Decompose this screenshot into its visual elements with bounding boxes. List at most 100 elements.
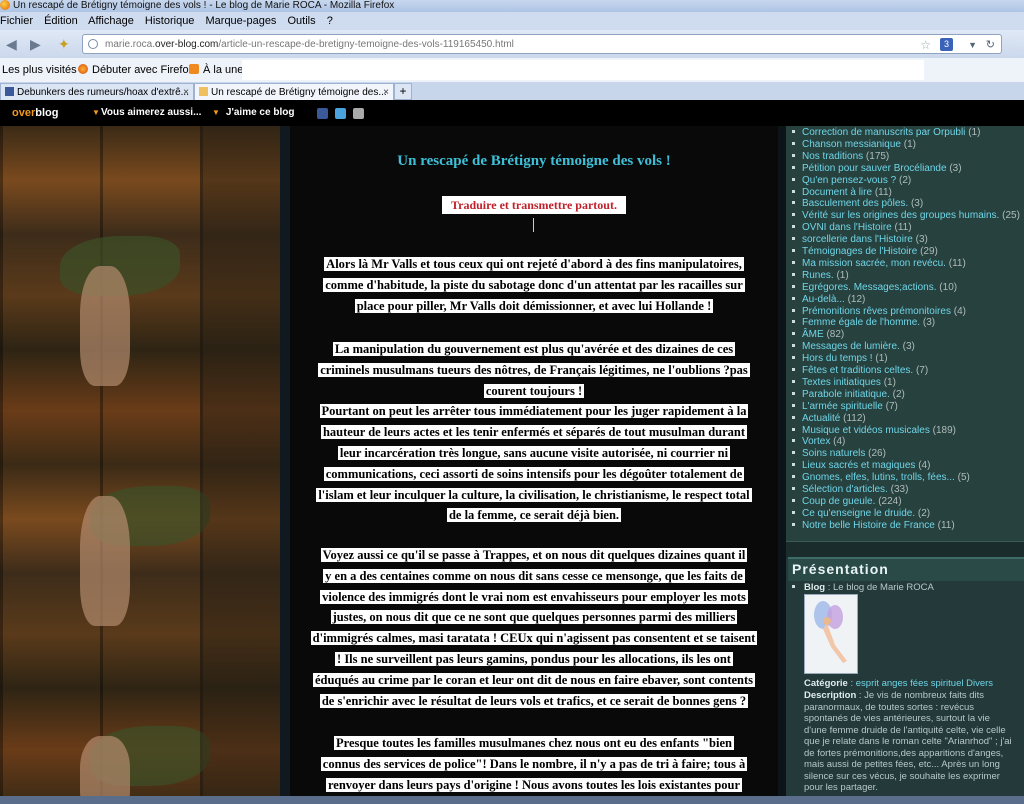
category-item[interactable]: ÂME (82) [792,329,844,341]
category-item[interactable]: Au-delà... (12) [792,294,865,306]
category-link[interactable]: sorcellerie dans l'Histoire [802,234,913,245]
back-icon[interactable]: ◀ [6,36,17,53]
facebook-share-icon[interactable] [317,108,328,119]
category-item[interactable]: Pétition pour sauver Brocéliande (3) [792,163,962,175]
category-link[interactable]: Textes initiatiques [802,377,881,388]
category-item[interactable]: Nos traditions (175) [792,151,889,163]
url-bar[interactable]: marie.roca.over-blog.com/article-un-resc… [82,34,1002,54]
category-link[interactable]: Document à lire [802,187,872,198]
category-item[interactable]: Témoignages de l'Histoire (29) [792,246,938,258]
category-item[interactable]: Ce qu'enseigne le druide. (2) [792,508,930,520]
category-item[interactable]: Notre belle Histoire de France (11) [792,520,955,532]
bookmark-star-icon[interactable]: ☆ [920,35,931,55]
category-link[interactable]: Correction de manuscrits par Orpubli [802,127,965,138]
category-link[interactable]: Lieux sacrés et magiques [802,460,915,471]
category-link[interactable]: Chanson messianique [802,139,901,150]
category-item[interactable]: Egrégores. Messages;actions. (10) [792,282,957,294]
category-link[interactable]: Soins naturels [802,448,865,459]
category-link[interactable]: Sélection d'articles. [802,484,888,495]
category-item[interactable]: Fêtes et traditions celtes. (7) [792,365,928,377]
category-item[interactable]: Basculement des pôles. (3) [792,198,923,210]
category-item[interactable]: Ma mission sacrée, mon revécu. (11) [792,258,966,270]
url-dropdown-icon[interactable]: ▼ [968,35,977,55]
category-link[interactable]: Musique et vidéos musicales [802,425,930,436]
category-item[interactable]: OVNI dans l'Histoire (11) [792,222,912,234]
category-link[interactable]: L'armée spirituelle [802,401,883,412]
home-icon[interactable]: ✦ [58,36,70,53]
category-item[interactable]: Prémonitions rêves prémonitoires (4) [792,306,966,318]
menu-fichier[interactable]: Fichier [0,15,33,27]
category-link[interactable]: Pétition pour sauver Brocéliande [802,163,947,174]
bookmark-getting-started[interactable]: Débuter avec Firefox [78,58,194,82]
category-link[interactable]: Vérité sur les origines des groupes huma… [802,210,999,221]
reload-icon[interactable]: ↻ [986,35,995,55]
category-link[interactable]: ÂME [802,329,824,340]
category-link[interactable]: Témoignages de l'Histoire [802,246,917,257]
menu-vous-aimerez-aussi[interactable]: Vous aimerez aussi... [101,100,201,126]
category-item[interactable]: Document à lire (11) [792,187,892,199]
category-item[interactable]: Qu'en pensez-vous ? (2) [792,175,911,187]
menu-jaime-ce-blog[interactable]: ▼ J'aime ce blog [212,100,294,126]
category-item[interactable]: sorcellerie dans l'Histoire (3) [792,234,928,246]
bookmark-headlines[interactable]: À la une [189,58,243,82]
close-tab-icon[interactable]: × [183,84,189,100]
close-tab-icon[interactable]: × [383,84,389,100]
category-item[interactable]: Hors du temps ! (1) [792,353,888,365]
category-item[interactable]: Textes initiatiques (1) [792,377,896,389]
category-link[interactable]: Notre belle Histoire de France [802,520,935,531]
category-link[interactable]: Actualité [802,413,840,424]
category-link[interactable]: Fêtes et traditions celtes. [802,365,913,376]
category-link[interactable]: Coup de gueule. [802,496,875,507]
addon-badge[interactable]: 3 [939,38,953,51]
category-link[interactable]: Ce qu'enseigne le druide. [802,508,915,519]
bookmark-most-visited[interactable]: Les plus visités [2,58,77,82]
category-link[interactable]: Nos traditions [802,151,863,162]
menu-aide[interactable]: ? [327,15,333,27]
category-item[interactable]: Gnomes, elfes, lutins, trolls, fées... (… [792,472,970,484]
category-item[interactable]: Runes. (1) [792,270,849,282]
category-link[interactable]: Messages de lumière. [802,341,900,352]
tab-debunkers[interactable]: Debunkers des rumeurs/hoax d'extrê... × [0,83,194,100]
category-link[interactable]: Parabole initiatique. [802,389,890,400]
category-link[interactable]: OVNI dans l'Histoire [802,222,892,233]
category-link[interactable]: Prémonitions rêves prémonitoires [802,306,951,317]
tab-current-article[interactable]: Un rescapé de Brétigny témoigne des... × [194,83,394,100]
category-link[interactable]: Femme égale de l'homme. [802,317,920,328]
category-item[interactable]: Sélection d'articles. (33) [792,484,908,496]
menu-affichage[interactable]: Affichage [88,15,134,27]
site-identity-icon[interactable] [88,39,98,49]
menu-edition[interactable]: Édition [44,15,78,27]
new-tab-button[interactable]: + [394,83,412,100]
category-item[interactable]: Soins naturels (26) [792,448,886,460]
category-link[interactable]: Runes. [802,270,834,281]
category-item[interactable]: Coup de gueule. (224) [792,496,902,508]
forward-icon[interactable]: ▶ [30,36,41,53]
category-item[interactable]: Parabole initiatique. (2) [792,389,905,401]
menu-marque-pages[interactable]: Marque-pages [206,15,277,27]
category-item[interactable]: L'armée spirituelle (7) [792,401,898,413]
category-item[interactable]: Correction de manuscrits par Orpubli (1) [792,127,980,139]
category-item[interactable]: Femme égale de l'homme. (3) [792,317,935,329]
category-item[interactable]: Lieux sacrés et magiques (4) [792,460,930,472]
twitter-share-icon[interactable] [335,108,346,119]
category-item[interactable]: Actualité (112) [792,413,866,425]
category-link[interactable]: Basculement des pôles. [802,198,908,209]
category-link[interactable]: Au-delà... [802,294,845,305]
category-link[interactable]: Hors du temps ! [802,353,873,364]
category-link[interactable]: Qu'en pensez-vous ? [802,175,896,186]
category-link[interactable]: Ma mission sacrée, mon revécu. [802,258,946,269]
overblog-logo[interactable]: overblog [12,100,58,126]
category-link[interactable]: Gnomes, elfes, lutins, trolls, fées... [802,472,955,483]
category-link[interactable]: Vortex [802,436,830,447]
category-item[interactable]: Chanson messianique (1) [792,139,916,151]
email-share-icon[interactable] [353,108,364,119]
category-item[interactable]: Musique et vidéos musicales (189) [792,425,956,437]
profile-avatar[interactable] [804,594,858,674]
menu-outils[interactable]: Outils [288,15,316,27]
category-item[interactable]: Vortex (4) [792,436,845,448]
menu-historique[interactable]: Historique [145,15,195,27]
category-link[interactable]: Egrégores. Messages;actions. [802,282,937,293]
category-item[interactable]: Messages de lumière. (3) [792,341,915,353]
category-item[interactable]: Vérité sur les origines des groupes huma… [792,210,1020,222]
category-link[interactable]: esprit anges fées spirituel Divers [856,678,993,689]
